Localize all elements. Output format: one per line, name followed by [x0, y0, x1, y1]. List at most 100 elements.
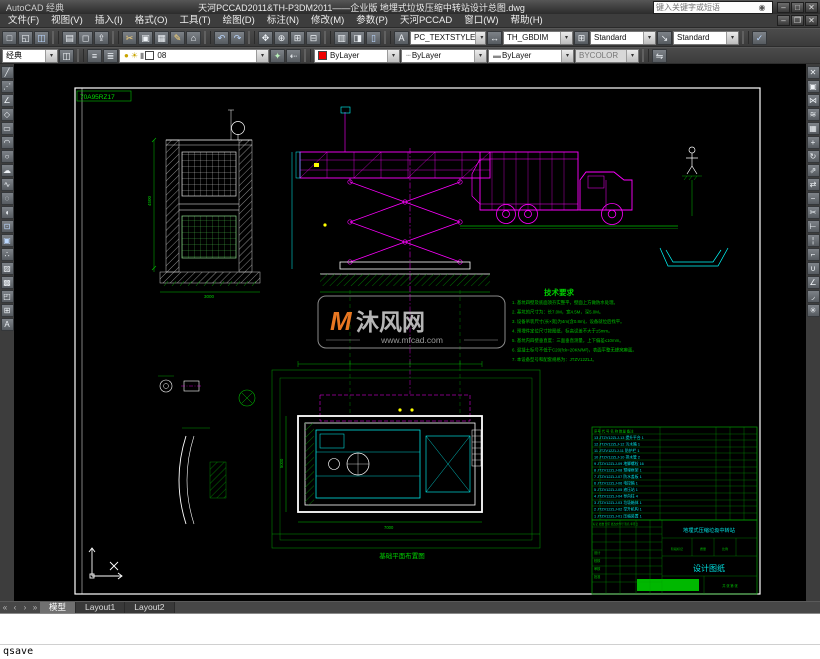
stage-label[interactable]: 阶段标记	[671, 546, 683, 551]
help-search-input[interactable]	[654, 2, 756, 12]
paste-icon[interactable]: ▦	[154, 30, 169, 45]
tab-first-icon[interactable]: «	[0, 602, 10, 613]
bom-row[interactable]: 5 JTZV12ZLJ-05 液压站 1	[594, 487, 638, 492]
tech-note-line[interactable]: 4. 预埋件定位尺寸按图纸，标高误差不大于±5mm。	[512, 328, 612, 335]
chevron-down-icon[interactable]: ▾	[726, 31, 738, 44]
mirror-icon[interactable]: ⋈	[806, 94, 820, 107]
workspace-label[interactable]: AutoCAD 经典	[0, 1, 70, 14]
layer-properties-icon[interactable]: ≡	[87, 48, 102, 63]
match-properties-icon[interactable]: ✎	[170, 30, 185, 45]
layer-on-icon[interactable]: ●	[124, 51, 129, 60]
mleader-style-combo[interactable]: Standard ▾	[673, 30, 739, 45]
bom-row[interactable]: 4 JTZV12ZLJ-04 导向柱 4	[594, 494, 638, 499]
join-icon[interactable]: ∪	[806, 262, 820, 275]
toolbar-grip[interactable]	[742, 31, 749, 44]
line-icon[interactable]: ╱	[0, 66, 14, 79]
field-design[interactable]: 设计	[594, 550, 601, 555]
plot-icon[interactable]: ▤	[62, 30, 77, 45]
mtext-icon[interactable]: A	[0, 318, 14, 331]
chevron-down-icon[interactable]: ▾	[643, 31, 655, 44]
zoom-realtime-icon[interactable]: ⊕	[274, 30, 289, 45]
hatch-icon[interactable]: ▨	[0, 262, 14, 275]
field-check[interactable]: 校核	[594, 558, 601, 563]
bom-row[interactable]: 2 JTZV12ZLJ-02 举升机构 1	[594, 507, 642, 512]
toolbar-grip[interactable]	[248, 31, 255, 44]
copy-icon[interactable]: ▣	[138, 30, 153, 45]
table-style-icon[interactable]: ⊞	[574, 30, 589, 45]
dim-style-icon[interactable]: ↔	[487, 30, 502, 45]
tech-notes-title[interactable]: 技术要求	[544, 287, 574, 297]
make-layer-current-icon[interactable]: ✦	[270, 48, 285, 63]
toolbar-grip[interactable]	[324, 31, 331, 44]
linetype-combo[interactable]: ┄ ByLayer ▾	[401, 48, 487, 63]
chevron-down-icon[interactable]: ▾	[387, 49, 399, 62]
lineweight-combo[interactable]: ▬ ByLayer ▾	[488, 48, 574, 63]
chevron-down-icon[interactable]: ▾	[474, 49, 486, 62]
bom-row[interactable]: 7 JTZV12ZLJ-07 防水盖板 1	[594, 474, 642, 479]
menu-item-dimension[interactable]: 标注(N)	[261, 14, 305, 28]
close-button[interactable]: ✕	[805, 1, 818, 13]
tab-layout2[interactable]: Layout2	[125, 602, 175, 613]
toolbar-grip[interactable]	[642, 49, 649, 62]
scissor-lift-view[interactable]	[291, 106, 491, 296]
frame-label[interactable]: 70A95RZ17	[80, 94, 115, 101]
title-block-header-row[interactable]: 标记 处数 分区 更改文件号 签名 年月日	[593, 522, 639, 526]
channel-detail[interactable]	[178, 427, 227, 525]
chevron-down-icon[interactable]: ▾	[256, 49, 268, 62]
scale-icon[interactable]: ⇗	[806, 164, 820, 177]
construction-line-icon[interactable]: ⋰	[0, 80, 14, 93]
tab-next-icon[interactable]: ›	[20, 602, 30, 613]
bom-row[interactable]: 6 JTZV12ZLJ-06 电控箱 1	[594, 481, 638, 486]
break-icon[interactable]: ⌐	[806, 248, 820, 261]
field-approve[interactable]: 批准	[594, 574, 601, 579]
redo-icon[interactable]: ↷	[230, 30, 245, 45]
weight-label[interactable]: 质量	[700, 546, 706, 551]
make-block-icon[interactable]: ▣	[0, 234, 14, 247]
undo-icon[interactable]: ↶	[214, 30, 229, 45]
maximize-button[interactable]: □	[791, 1, 804, 13]
ellipse-icon[interactable]: ◌	[0, 192, 14, 205]
toolbar-grip[interactable]	[304, 49, 311, 62]
polygon-icon[interactable]: ◇	[0, 108, 14, 121]
extend-icon[interactable]: ⊢	[806, 220, 820, 233]
rectangle-icon[interactable]: ▭	[0, 122, 14, 135]
tool-palettes-icon[interactable]: ▯	[366, 30, 381, 45]
trough-section[interactable]	[659, 247, 729, 267]
trim-icon[interactable]: ✂	[806, 206, 820, 219]
menu-item-modify[interactable]: 修改(M)	[305, 14, 350, 28]
pan-icon[interactable]: ✥	[258, 30, 273, 45]
menu-item-draw[interactable]: 绘图(D)	[217, 14, 261, 28]
lengthen-icon[interactable]: −	[806, 192, 820, 205]
move-icon[interactable]: +	[806, 136, 820, 149]
sheet-name[interactable]: 设计图纸	[693, 563, 725, 573]
bom-row[interactable]: 3 JTZV12ZLJ-03 垃圾箱体 1	[594, 500, 642, 505]
insert-block-icon[interactable]: ⊡	[0, 220, 14, 233]
gradient-icon[interactable]: ▩	[0, 276, 14, 289]
menu-item-window[interactable]: 窗口(W)	[458, 14, 504, 28]
plan-caption[interactable]: 基础平面布置图	[379, 551, 425, 560]
match-layer-icon[interactable]: ⇋	[652, 48, 667, 63]
chevron-down-icon[interactable]: ▾	[561, 49, 573, 62]
dim-plan-width[interactable]: 7000	[384, 525, 394, 530]
mleader-style-icon[interactable]: ↘	[657, 30, 672, 45]
spline-icon[interactable]: ∿	[0, 178, 14, 191]
tech-note-line[interactable]: 3. 设备吊装尺寸(长×宽)为4m(含0.8m)，设备就位后找平。	[512, 318, 625, 325]
sheet-count[interactable]: 共 张 第 张	[722, 583, 738, 588]
circle-icon[interactable]: ○	[0, 150, 14, 163]
zoom-previous-icon[interactable]: ⊟	[306, 30, 321, 45]
menu-item-help[interactable]: 帮助(H)	[505, 14, 549, 28]
tech-note-line[interactable]: 5. 基坑内四壁垂直度：三面垂直测量，上下偏差≤10mm。	[512, 337, 624, 344]
chevron-down-icon[interactable]: ▾	[475, 31, 485, 44]
tech-notes[interactable]: 技术要求 1. 基坑四壁及底面须夯实整平，壁面上方做防水处理。 2. 基坑的尺寸…	[512, 287, 637, 363]
plot-preview-icon[interactable]: ◻	[78, 30, 93, 45]
drawing-svg[interactable]: 70A95RZ17 4500 3000 技术要求 1. 基坑四壁及底面须夯实整平…	[14, 64, 806, 601]
stretch-icon[interactable]: ⇄	[806, 178, 820, 191]
toolbar-grip[interactable]	[112, 31, 119, 44]
tech-note-line[interactable]: 1. 基坑四壁及底面须夯实整平，壁面上方做防水处理。	[512, 299, 618, 306]
copy-object-icon[interactable]: ▣	[806, 80, 820, 93]
command-history[interactable]	[0, 614, 820, 645]
menu-item-parametric[interactable]: 参数(P)	[350, 14, 394, 28]
bom-header[interactable]: 序号 代 号 名 称 数量 备注	[594, 429, 634, 434]
bom-table[interactable]: 序号 代 号 名 称 数量 备注 13 JTZV12ZLJ-13 提升平台 1 …	[591, 426, 758, 521]
project-name[interactable]: 地埋式压缩垃圾中转站	[683, 526, 735, 534]
